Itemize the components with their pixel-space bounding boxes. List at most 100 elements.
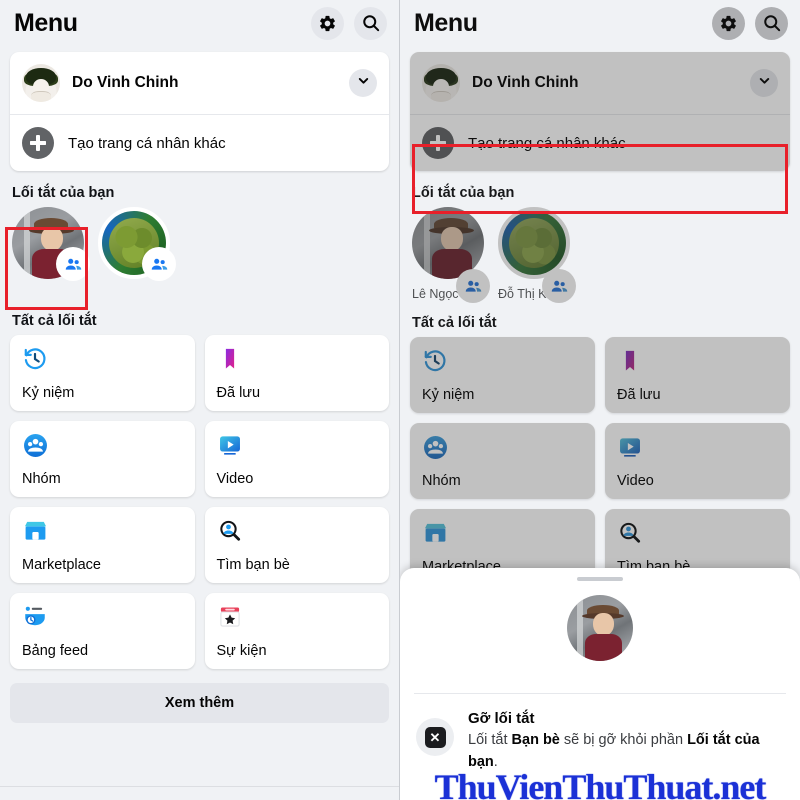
create-profile-row[interactable]: Tạo trang cá nhân khác (10, 115, 389, 171)
video-play-icon (217, 431, 378, 459)
find-friends-icon (617, 519, 778, 547)
tile-label: Nhóm (422, 473, 461, 489)
shortcuts-grid: Kỷ niệm Đã lưu Nhóm Video Marketplace Tì… (0, 335, 399, 669)
clock-rewind-icon (22, 345, 183, 373)
shortcuts-section-title: Lối tắt của bạn (12, 185, 115, 201)
avatar (22, 64, 60, 102)
group-icon (544, 271, 574, 301)
tile-label: Nhóm (22, 471, 61, 487)
groups-icon (22, 431, 183, 459)
remove-shortcut-text: Gỡ lối tắt Lối tắt Bạn bè sẽ bị gỡ khỏi … (468, 708, 778, 774)
shortcut-item-1[interactable] (98, 207, 174, 279)
profile-row[interactable]: Do Vinh Chinh (410, 52, 790, 114)
tile-label: Đã lưu (216, 385, 261, 401)
groups-icon (422, 433, 583, 461)
storefront-icon (422, 519, 583, 547)
bottom-nav-bar (0, 786, 399, 800)
avatar (422, 64, 460, 102)
create-profile-row[interactable]: Tạo trang cá nhân khác (410, 115, 790, 171)
calendar-star-icon (217, 603, 378, 631)
profile-card: Do Vinh Chinh Tạo trang cá nhân khác (410, 52, 790, 171)
header-actions (311, 6, 387, 40)
tile-label: Video (617, 473, 654, 489)
shortcut-item-0[interactable] (12, 207, 88, 279)
tile-label: Kỷ niệm (422, 387, 475, 403)
feed-icon (22, 603, 183, 631)
shortcuts-grid: Kỷ niệm Đã lưu Nhóm Video Marketplace Tì… (400, 337, 800, 585)
all-shortcuts-title: Tất cả lối tắt (12, 313, 97, 329)
shortcut-item-0[interactable]: Lê Ngọc Đại (412, 207, 488, 301)
profile-row[interactable]: Do Vinh Chinh (10, 52, 389, 114)
tile-label: Kỷ niệm (22, 385, 75, 401)
bookmark-icon (217, 345, 378, 373)
profile-name: Do Vinh Chinh (472, 74, 579, 91)
plus-circle-icon (22, 127, 54, 159)
watermark: ThuVienThuThuat.net (434, 767, 767, 800)
tile-label: Video (216, 471, 254, 487)
plus-circle-icon (422, 127, 454, 159)
gear-icon (719, 14, 738, 33)
tile-label: Bảng feed (22, 643, 89, 659)
dimmed-background: Menu Do Vinh Chinh Tạo trang cá nhân khá… (400, 0, 800, 585)
tile-da-luu[interactable]: Đã lưu (605, 337, 790, 413)
profile-expand-button[interactable] (349, 69, 377, 97)
settings-button[interactable] (712, 6, 745, 40)
search-button[interactable] (354, 6, 387, 40)
settings-button[interactable] (311, 6, 344, 40)
page-title: Menu (14, 8, 78, 37)
search-button[interactable] (755, 6, 788, 40)
tile-ky-niem[interactable]: Kỷ niệm (410, 337, 595, 413)
tile-su-kien[interactable]: Sự kiện (204, 593, 389, 669)
shortcut-item-1[interactable]: Đỗ Thị Khen (498, 207, 574, 301)
clock-rewind-icon (422, 347, 583, 375)
create-profile-label: Tạo trang cá nhân khác (468, 134, 626, 152)
tile-nhom[interactable]: Nhóm (410, 423, 595, 499)
screenshot-stage: Menu Do Vinh Chinh Tạo trang cá nhân khá… (0, 0, 800, 800)
menu-screen-left: Menu Do Vinh Chinh Tạo trang cá nhân khá… (0, 0, 400, 800)
remove-shortcut-row[interactable]: ✕ Gỡ lối tắt Lối tắt Bạn bè sẽ bị gỡ khỏ… (400, 694, 800, 774)
header-actions (712, 6, 788, 40)
tile-label: Sự kiện (216, 643, 267, 659)
storefront-icon (22, 517, 183, 545)
group-icon (458, 271, 488, 301)
shortcut-avatar (498, 207, 570, 279)
profile-name: Do Vinh Chinh (72, 74, 179, 91)
chevron-down-icon (356, 73, 371, 93)
tile-video[interactable]: Video (204, 421, 389, 497)
shortcuts-section-title: Lối tắt của bạn (412, 185, 515, 201)
remove-shortcut-title: Gỡ lối tắt (468, 710, 535, 727)
tile-label: Đã lưu (617, 387, 661, 403)
tile-bang-feed[interactable]: Bảng feed (10, 593, 195, 669)
profile-expand-button[interactable] (750, 69, 778, 97)
find-friends-icon (217, 517, 378, 545)
chevron-down-icon (757, 73, 772, 93)
tile-label: Marketplace (22, 557, 101, 573)
see-more-button[interactable]: Xem thêm (10, 683, 389, 723)
app-header: Menu (400, 0, 800, 46)
video-play-icon (617, 433, 778, 461)
drag-handle[interactable] (577, 577, 623, 581)
tile-ky-niem[interactable]: Kỷ niệm (10, 335, 195, 411)
shortcut-avatar (412, 207, 484, 279)
group-icon (144, 249, 174, 279)
shortcuts-strip: Lê Ngọc Đại Đỗ Thị Khen (400, 207, 800, 301)
tile-marketplace[interactable]: Marketplace (10, 507, 195, 583)
shortcuts-strip (0, 207, 399, 279)
search-icon (762, 13, 782, 33)
group-icon (58, 249, 88, 279)
all-shortcuts-title: Tất cả lối tắt (412, 315, 497, 331)
gear-icon (318, 14, 337, 33)
profile-card: Do Vinh Chinh Tạo trang cá nhân khác (10, 52, 389, 171)
search-icon (361, 13, 381, 33)
page-title: Menu (414, 8, 478, 37)
menu-screen-right: Menu Do Vinh Chinh Tạo trang cá nhân khá… (400, 0, 800, 800)
app-header: Menu (0, 0, 399, 46)
bookmark-icon (617, 347, 778, 375)
tile-label: Tìm bạn bè (216, 557, 290, 573)
tile-tim-ban-be[interactable]: Tìm bạn bè (204, 507, 389, 583)
tile-nhom[interactable]: Nhóm (10, 421, 195, 497)
tile-video[interactable]: Video (605, 423, 790, 499)
tile-da-luu[interactable]: Đã lưu (204, 335, 389, 411)
sheet-avatar (567, 595, 633, 661)
close-x-icon: ✕ (416, 718, 454, 756)
